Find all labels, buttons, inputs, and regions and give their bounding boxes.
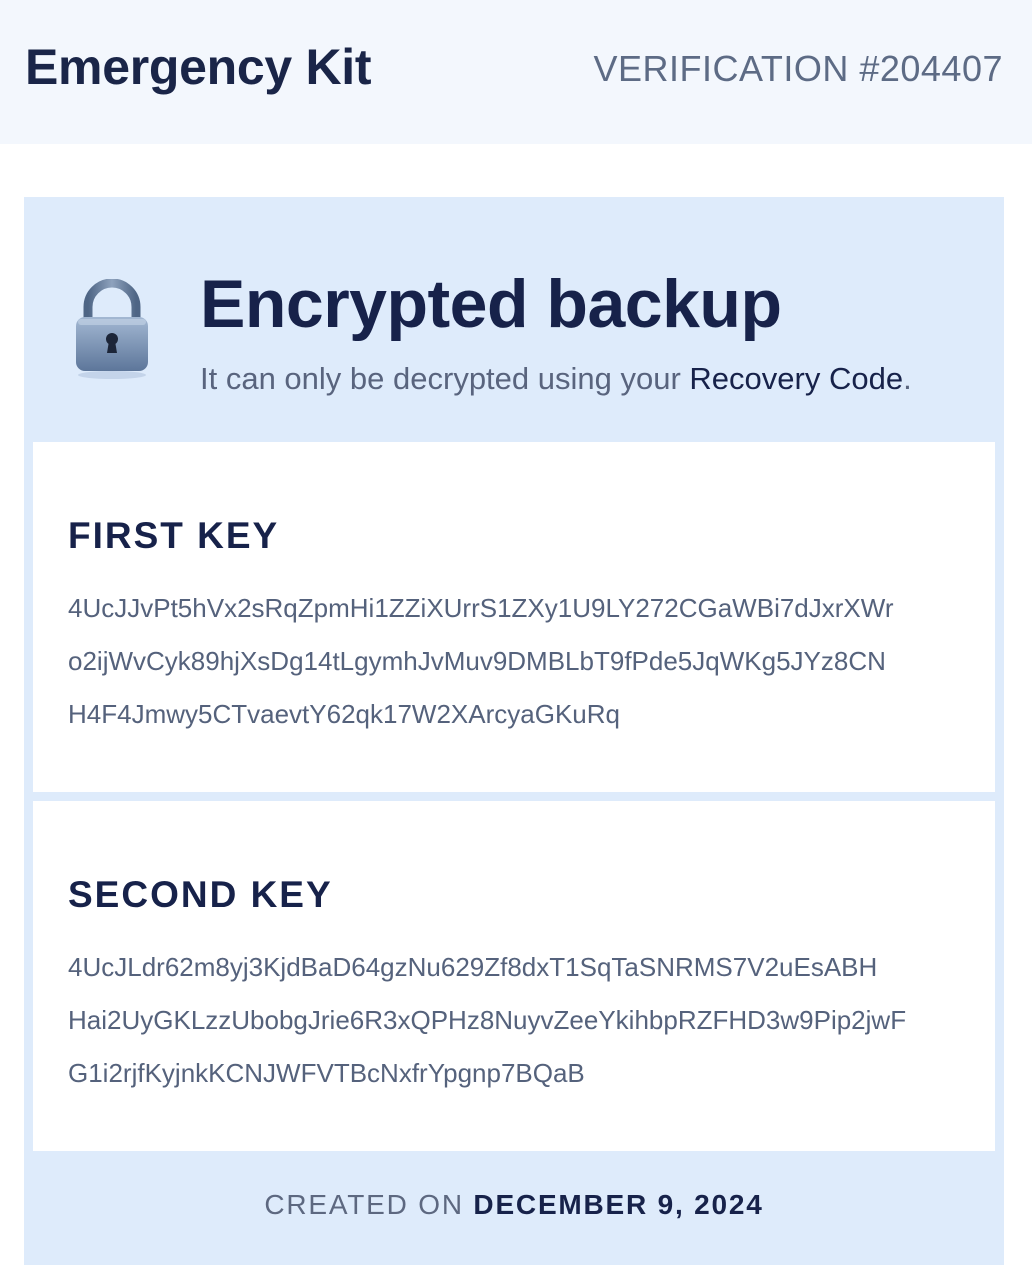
header: Emergency Kit VERIFICATION #204407 <box>0 0 1032 144</box>
created-on: CREATED ON DECEMBER 9, 2024 <box>24 1189 1004 1221</box>
second-key-card: SECOND KEY 4UcJLdr62m8yj3KjdBaD64gzNu629… <box>33 801 995 1151</box>
panel-title: Encrypted backup <box>200 266 782 342</box>
subtitle-suffix: . <box>903 361 912 396</box>
key-line: 4UcJJvPt5hVx2sRqZpmHi1ZZiXUrrS1ZXy1U9LY2… <box>68 593 894 623</box>
app-title: Emergency Kit <box>25 39 372 95</box>
key-line: G1i2rjfKyjnkKCNJWFVTBcNxfrYpgnp7BQaB <box>68 1058 585 1088</box>
created-label: CREATED ON <box>264 1189 474 1220</box>
first-key-label: FIRST KEY <box>68 515 280 556</box>
created-date: DECEMBER 9, 2024 <box>473 1189 764 1220</box>
first-key-value: 4UcJJvPt5hVx2sRqZpmHi1ZZiXUrrS1ZXy1U9LY2… <box>68 582 978 741</box>
recovery-code-term: Recovery Code <box>689 361 904 396</box>
panel-subtitle: It can only be decrypted using your Reco… <box>200 361 912 397</box>
key-line: o2ijWvCyk89hjXsDg14tLgymhJvMuv9DMBLbT9fP… <box>68 646 886 676</box>
key-line: H4F4Jmwy5CTvaevtY62qk17W2XArcyaGKuRq <box>68 699 620 729</box>
key-line: Hai2UyGKLzzUbobgJrie6R3xQPHz8NuyvZeeYkih… <box>68 1005 907 1035</box>
subtitle-prefix: It can only be decrypted using your <box>200 361 690 396</box>
first-key-card: FIRST KEY 4UcJJvPt5hVx2sRqZpmHi1ZZiXUrrS… <box>33 442 995 792</box>
second-key-label: SECOND KEY <box>68 874 333 915</box>
second-key-value: 4UcJLdr62m8yj3KjdBaD64gzNu629Zf8dxT1SqTa… <box>68 941 978 1100</box>
key-line: 4UcJLdr62m8yj3KjdBaD64gzNu629Zf8dxT1SqTa… <box>68 952 878 982</box>
backup-panel: Encrypted backup It can only be decrypte… <box>24 197 1004 1265</box>
lock-icon <box>76 279 148 379</box>
verification-number: VERIFICATION #204407 <box>593 48 1003 89</box>
